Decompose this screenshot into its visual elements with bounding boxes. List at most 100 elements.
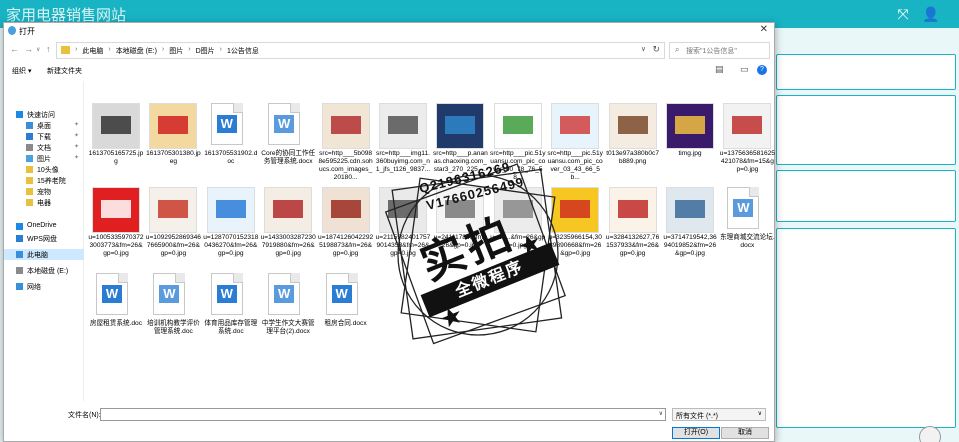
help-icon[interactable]: ? xyxy=(757,65,767,75)
sidebar-item[interactable]: 10头像 xyxy=(4,164,84,175)
search-input[interactable]: ⌕ 搜索"1公告信息" xyxy=(669,42,770,59)
disk-icon xyxy=(16,267,23,274)
folder-icon xyxy=(26,199,33,206)
refresh-icon[interactable]: ↻ xyxy=(652,44,660,55)
fullscreen-icon[interactable]: ⤧ xyxy=(891,4,915,24)
sidebar-item[interactable]: 图片 ✦ xyxy=(4,153,84,164)
thumbnail-shape xyxy=(101,200,131,218)
sidebar-item[interactable]: 宠物 xyxy=(4,186,84,197)
file-item[interactable]: u=3284132627,761537933&fm=26&gp=0.jpg xyxy=(605,187,661,265)
chevron-down-icon: ∨ xyxy=(757,411,762,417)
pin-icon: ✦ xyxy=(74,144,80,150)
breadcrumb-item[interactable]: 此电脑 xyxy=(82,46,103,56)
word-logo-icon: W xyxy=(274,285,295,303)
chevron-down-icon[interactable]: ∨ xyxy=(641,45,646,53)
file-item[interactable]: u=10053359703723003773&fm=26&gp=0.jpg xyxy=(88,187,144,265)
file-item[interactable]: W Core的协同工作任务管理系统.docx xyxy=(260,103,316,181)
thumbnail-shape xyxy=(560,116,591,134)
view-options-icon[interactable]: ▤ xyxy=(715,64,724,75)
cloud-icon xyxy=(16,223,23,230)
file-item[interactable]: u=18741260422925198873&fm=26&gp=0.jpg xyxy=(318,187,374,265)
file-item[interactable]: W 体育用品库存管理系统.doc xyxy=(203,273,259,351)
thumbnail-shape xyxy=(617,116,648,134)
breadcrumb-item[interactable]: 1公告信息 xyxy=(227,46,259,56)
file-item[interactable]: src=http___5b0988e595225.cdn.sohucs.com_… xyxy=(318,103,374,181)
word-logo-icon: W xyxy=(216,285,237,303)
breadcrumb-sep: › xyxy=(108,46,111,53)
sidebar-item[interactable]: WPS网盘 xyxy=(4,233,84,244)
file-item[interactable]: W 东理商城交流论坛.docx xyxy=(719,187,775,265)
file-name: 东理商城交流论坛.docx xyxy=(720,234,775,249)
file-name: u=1375636581625421078&fm=15&gp=0.jpg xyxy=(719,150,775,173)
forward-icon[interactable]: → xyxy=(24,44,33,54)
image-thumbnail xyxy=(608,187,657,233)
file-name: src=http___img11.360buyimg.com_n1_jfs_t1… xyxy=(375,150,431,173)
filetype-select[interactable]: 所有文件 (*.*) ∨ xyxy=(672,408,766,421)
back-icon[interactable]: ← xyxy=(10,44,19,54)
sidebar-item[interactable]: 文档 ✦ xyxy=(4,142,84,153)
thumbnail-shape xyxy=(273,200,304,218)
sidebar-item[interactable]: 本地磁盘 (E:) xyxy=(4,265,84,276)
word-logo-icon: W xyxy=(102,285,122,303)
file-item[interactable]: W 培训机构教学评价管理系统.doc xyxy=(145,273,201,351)
chevron-down-icon[interactable]: ∨ xyxy=(659,410,663,417)
file-item[interactable]: timg.jpg xyxy=(662,103,718,181)
breadcrumb-sep: › xyxy=(188,46,191,53)
file-item[interactable]: u=10929528693467665900&fm=26&gp=0.jpg xyxy=(145,187,201,265)
file-item[interactable]: W 租房合同.docx xyxy=(318,273,374,351)
scroll-top-button[interactable] xyxy=(919,426,941,442)
close-icon[interactable]: ✕ xyxy=(760,24,768,35)
file-item[interactable]: u=1375636581625421078&fm=15&gp=0.jpg xyxy=(719,103,775,181)
image-thumbnail xyxy=(379,103,427,149)
user-icon[interactable]: 👤 xyxy=(919,4,943,24)
new-folder-button[interactable]: 新建文件夹 xyxy=(47,66,82,76)
file-item[interactable]: W 中学生作文大赛管理平台(2).docx xyxy=(260,273,316,351)
sidebar-item[interactable]: 下载 ✦ xyxy=(4,131,84,142)
file-item[interactable]: 1613705165725.jpg xyxy=(88,103,144,181)
image-thumbnail xyxy=(493,103,542,149)
up-icon[interactable]: ↑ xyxy=(46,44,51,54)
file-item[interactable]: src=http___img11.360buyimg.com_n1_jfs_t1… xyxy=(375,103,431,181)
image-thumbnail xyxy=(149,187,198,233)
file-name: u=3284132627,761537933&fm=26&gp=0.jpg xyxy=(605,234,660,257)
file-item[interactable]: u=3714719542,3694019852&fm=26&gp=0.jpg xyxy=(662,187,718,265)
sidebar-item[interactable]: 此电脑 xyxy=(4,249,84,260)
breadcrumb-item[interactable]: 本地磁盘 (E:) xyxy=(116,46,157,56)
sidebar-item[interactable]: 桌面 ✦ xyxy=(4,120,84,131)
sidebar-item[interactable]: OneDrive xyxy=(4,221,84,232)
thumbnail-shape xyxy=(502,200,533,218)
pin-icon: ✦ xyxy=(74,122,80,128)
background-card xyxy=(776,95,956,165)
file-name: src=http___5b0988e595225.cdn.sohucs.com_… xyxy=(318,150,373,181)
file-name: 培训机构教学评价管理系统.doc xyxy=(147,320,200,335)
thumbnail-shape xyxy=(215,200,246,218)
file-item[interactable]: W 1613705531902.doc xyxy=(203,103,259,181)
sidebar-item[interactable]: 15养老院 xyxy=(4,175,84,186)
thumbnail-shape xyxy=(101,116,131,134)
sidebar-item[interactable]: 电器 xyxy=(4,197,84,208)
open-button[interactable]: 打开(O) xyxy=(672,427,720,439)
file-item[interactable]: W 房屋租赁系统.doc xyxy=(88,273,144,351)
preview-pane-icon[interactable]: ▭ xyxy=(740,64,749,75)
chevron-down-icon[interactable]: ∨ xyxy=(36,46,40,53)
filename-input[interactable]: ∨ xyxy=(100,408,666,421)
network-icon xyxy=(16,283,23,290)
file-item[interactable]: 1613705301380.jpeg xyxy=(145,103,201,181)
breadcrumb-item[interactable]: 图片 xyxy=(169,46,183,56)
image-thumbnail xyxy=(92,187,140,233)
file-item[interactable]: u=12870701523180436270&fm=26&gp=0.jpg xyxy=(203,187,259,265)
image-thumbnail xyxy=(551,187,600,233)
organize-button[interactable]: 组织 ▾ xyxy=(12,66,31,76)
file-item[interactable]: u=14330032872307919880&fm=26&gp=0.jpg xyxy=(260,187,316,265)
file-item[interactable]: u=3235966154,3089890668&fm=26&gp=0.jpg xyxy=(547,187,603,265)
sidebar-item[interactable]: 快速访问 xyxy=(4,109,84,120)
breadcrumb-item[interactable]: D图片 xyxy=(196,46,215,56)
breadcrumb-sep: › xyxy=(161,46,165,53)
sidebar-item[interactable]: 网络 xyxy=(4,281,84,292)
file-item[interactable]: t013e97a380b0c7b889.png xyxy=(605,103,661,181)
file-item[interactable]: src=http___pic.51yuansu.com_pic_cover_03… xyxy=(547,103,603,181)
address-bar[interactable]: › 此电脑 › 本地磁盘 (E:) › 图片 › D图片 › 1公告信息 ∨ ↻ xyxy=(56,42,665,59)
file-name: u=14330032872307919880&fm=26&gp=0.jpg xyxy=(260,234,316,257)
thumbnail-shape xyxy=(502,116,533,134)
cancel-button[interactable]: 取消 xyxy=(721,427,769,439)
